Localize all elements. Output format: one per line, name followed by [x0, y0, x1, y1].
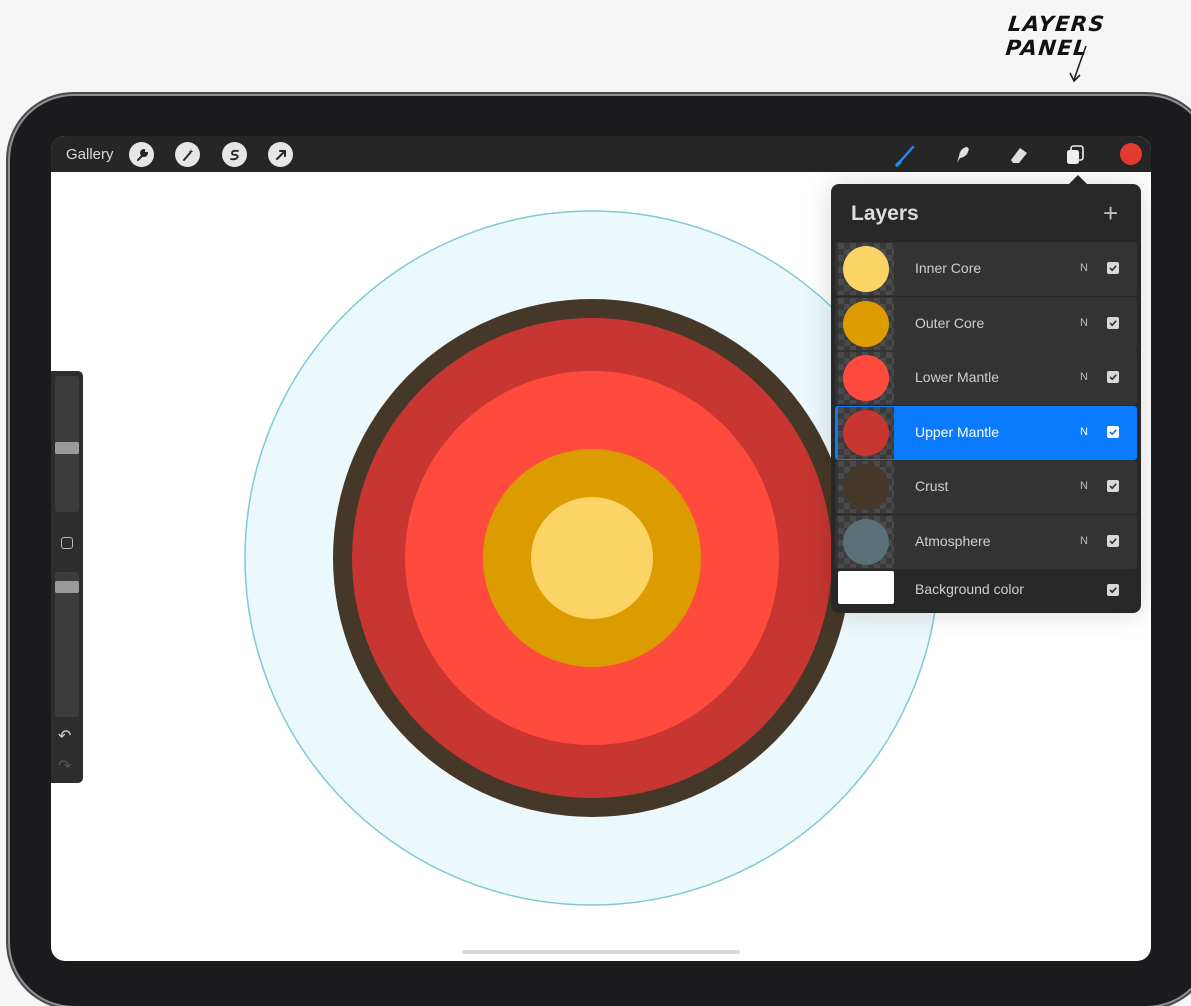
redo-icon[interactable]: ↷	[58, 759, 71, 775]
left-sidebar: ↶ ↷	[51, 371, 83, 783]
visibility-checkbox[interactable]	[1107, 584, 1119, 596]
gallery-button[interactable]: Gallery	[66, 146, 114, 163]
add-layer-button[interactable]: +	[1103, 198, 1118, 229]
layers-panel: Layers + Inner Core N Outer Core N Lower Man…	[831, 184, 1141, 613]
layer-row[interactable]: Inner Core N	[835, 242, 1137, 296]
visibility-checkbox[interactable]	[1107, 535, 1119, 547]
visibility-checkbox[interactable]	[1107, 480, 1119, 493]
color-picker-button[interactable]	[1120, 143, 1142, 165]
checkmark-icon	[1109, 538, 1117, 545]
layer-name: Crust	[915, 478, 949, 495]
eraser-icon[interactable]	[1005, 141, 1033, 169]
magic-wand-icon[interactable]	[175, 142, 200, 167]
brush-size-slider-thumb[interactable]	[55, 441, 79, 454]
blend-mode-button[interactable]: N	[1080, 535, 1088, 547]
visibility-checkbox[interactable]	[1107, 425, 1119, 438]
blend-mode-button[interactable]: N	[1080, 317, 1088, 329]
smudge-icon[interactable]	[948, 141, 976, 169]
layer-name: Background color	[915, 581, 1024, 597]
layer-row[interactable]: Atmosphere N	[835, 515, 1137, 569]
layer-thumbnail[interactable]	[838, 461, 894, 514]
layer-thumbnail[interactable]	[838, 352, 894, 405]
layer-name: Atmosphere	[915, 533, 991, 549]
checkmark-icon	[1109, 587, 1117, 594]
layer-row[interactable]: Upper Mantle N	[835, 405, 1137, 460]
layer-thumbnail[interactable]	[838, 516, 894, 568]
visibility-checkbox[interactable]	[1107, 371, 1119, 384]
procreate-screen: Gallery ↶ ↷ Layers + Inner Core N Outer …	[51, 136, 1151, 961]
annotation-arrow-icon	[1069, 45, 1087, 83]
undo-icon[interactable]: ↶	[58, 729, 71, 745]
opacity-slider[interactable]	[55, 572, 79, 717]
checkmark-icon	[1109, 319, 1117, 326]
checkmark-icon	[1109, 265, 1117, 272]
blend-mode-button[interactable]: N	[1080, 371, 1088, 383]
transform-arrow-icon[interactable]	[268, 142, 293, 167]
home-indicator	[462, 950, 740, 954]
layers-icon[interactable]	[1061, 141, 1089, 169]
layer-thumbnail-art	[843, 246, 889, 292]
layer-thumbnail-art	[843, 409, 889, 456]
opacity-slider-thumb[interactable]	[55, 581, 79, 594]
background-color-row[interactable]: Background color	[835, 565, 1137, 605]
layer-thumbnail-art	[843, 464, 889, 511]
selection-icon[interactable]	[222, 142, 247, 167]
layer-name: Inner Core	[915, 260, 982, 276]
layer-row[interactable]: Lower Mantle N	[835, 351, 1137, 406]
layers-panel-annotation: LAYERS PANEL	[1004, 12, 1107, 60]
visibility-checkbox[interactable]	[1107, 262, 1119, 274]
checkmark-icon	[1109, 483, 1117, 490]
wrench-icon[interactable]	[129, 142, 154, 167]
layer-name: Upper Mantle	[915, 423, 1000, 440]
layer-thumbnail[interactable]	[838, 406, 894, 459]
layer-name: Lower Mantle	[915, 369, 1000, 386]
blend-mode-button[interactable]: N	[1080, 480, 1088, 492]
visibility-checkbox[interactable]	[1107, 316, 1119, 329]
layer-row[interactable]: Outer Core N	[835, 296, 1137, 351]
background-color-swatch[interactable]	[838, 571, 894, 604]
layer-name: Outer Core	[915, 314, 985, 331]
top-toolbar: Gallery	[51, 136, 1151, 172]
inner-core-ring	[531, 497, 653, 619]
checkmark-icon	[1109, 374, 1117, 381]
blend-mode-button[interactable]: N	[1080, 426, 1088, 438]
layer-thumbnail-art	[843, 355, 889, 402]
panel-title: Layers	[851, 202, 919, 225]
layer-row[interactable]: Crust N	[835, 460, 1137, 515]
layer-thumbnail[interactable]	[838, 297, 894, 350]
checkmark-icon	[1109, 429, 1117, 436]
layer-thumbnail[interactable]	[838, 243, 894, 295]
blend-mode-button[interactable]: N	[1080, 262, 1088, 274]
modify-button[interactable]	[61, 537, 73, 549]
layer-thumbnail-art	[843, 519, 889, 565]
layer-thumbnail-art	[843, 300, 889, 347]
brush-icon[interactable]	[892, 141, 920, 169]
